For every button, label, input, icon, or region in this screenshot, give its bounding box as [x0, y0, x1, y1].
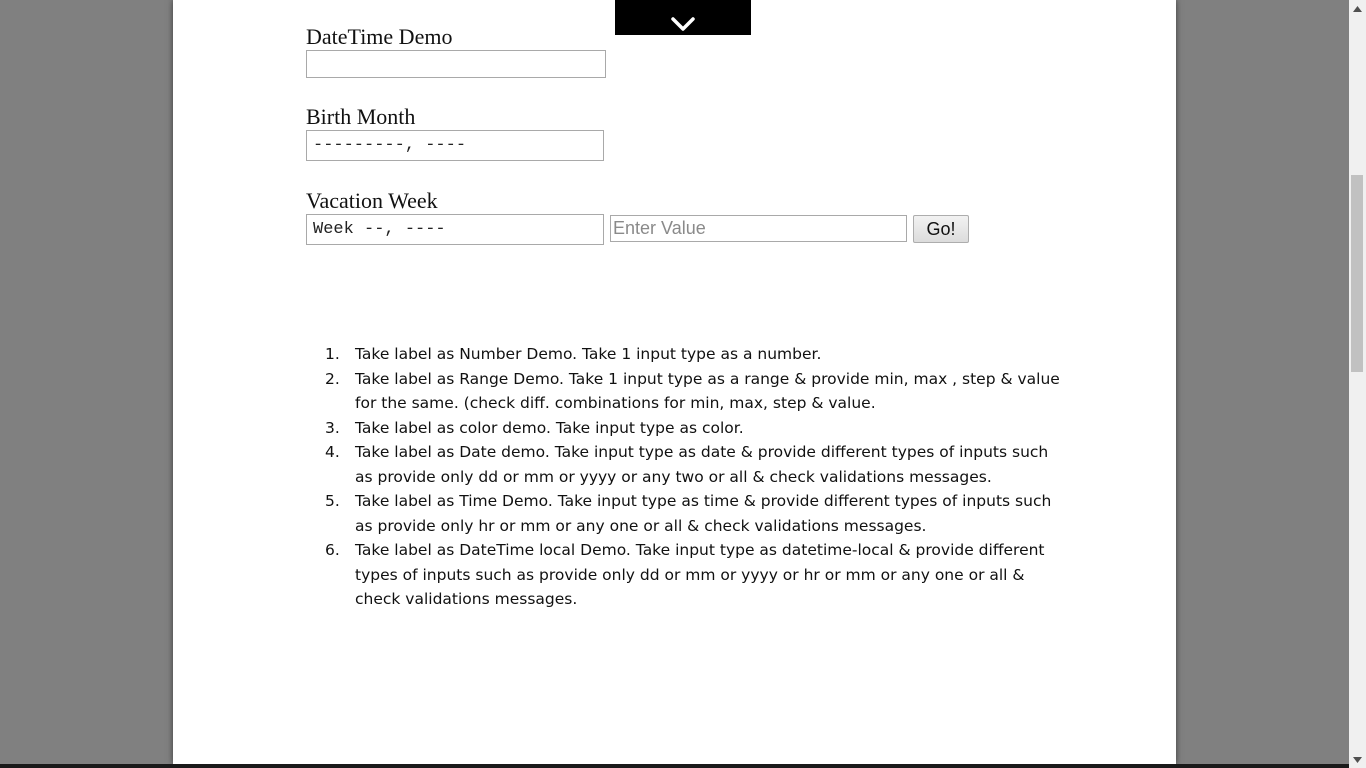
scrollbar-thumb[interactable]: [1351, 175, 1363, 372]
list-item-number: 3.: [325, 418, 340, 437]
list-item-text: Take label as Date demo. Take input type…: [355, 443, 1049, 486]
go-button[interactable]: Go!: [913, 215, 969, 243]
browser-viewport: DateTime Demo Birth Month ---------, ---…: [0, 0, 1366, 768]
birth-month-label: Birth Month: [306, 104, 416, 129]
list-item-text: Take label as DateTime local Demo. Take …: [355, 541, 1045, 608]
list-item-number: 5.: [325, 492, 340, 510]
value-input[interactable]: [610, 215, 907, 242]
list-item: 1. Take label as Number Demo. Take 1 inpu…: [320, 342, 1060, 367]
list-item-number: 1.: [325, 345, 340, 363]
scroll-down-button[interactable]: [1349, 751, 1366, 768]
list-item-number: 2.: [325, 369, 340, 388]
list-item-text: Take label as Time Demo. Take input type…: [355, 492, 1052, 535]
collapse-toggle-button[interactable]: [615, 0, 751, 35]
vacation-week-label: Vacation Week: [306, 188, 438, 213]
vacation-week-input[interactable]: Week --, ----: [306, 214, 604, 245]
bottom-edge: [0, 764, 1350, 768]
list-item: 4. Take label as Date demo. Take input ty…: [320, 440, 1060, 489]
vertical-scrollbar[interactable]: [1349, 0, 1366, 768]
list-item-text: Take label as Number Demo. Take 1 input …: [355, 345, 822, 363]
list-item: 5. Take label as Time Demo. Take input ty…: [320, 489, 1060, 538]
list-item: 6. Take label as DateTime local Demo. Tak…: [320, 538, 1060, 612]
list-item-text: Take label as color demo. Take input typ…: [355, 418, 744, 437]
scroll-up-arrow-icon: [1353, 5, 1362, 12]
scroll-down-arrow-icon: [1353, 756, 1362, 763]
list-item-text: Take label as Range Demo. Take 1 input t…: [355, 369, 1060, 413]
scroll-up-button[interactable]: [1349, 0, 1366, 17]
birth-month-input[interactable]: ---------, ----: [306, 130, 604, 161]
datetime-input[interactable]: [306, 50, 606, 78]
chevron-down-icon: [671, 17, 695, 31]
list-item: 3. Take label as color demo. Take input t…: [320, 416, 1060, 441]
datetime-label: DateTime Demo: [306, 24, 453, 49]
instructions-list: 1. Take label as Number Demo. Take 1 inpu…: [320, 342, 1060, 612]
list-item: 2. Take label as Range Demo. Take 1 input…: [320, 367, 1060, 416]
list-item-number: 4.: [325, 443, 340, 461]
list-item-number: 6.: [325, 541, 340, 559]
